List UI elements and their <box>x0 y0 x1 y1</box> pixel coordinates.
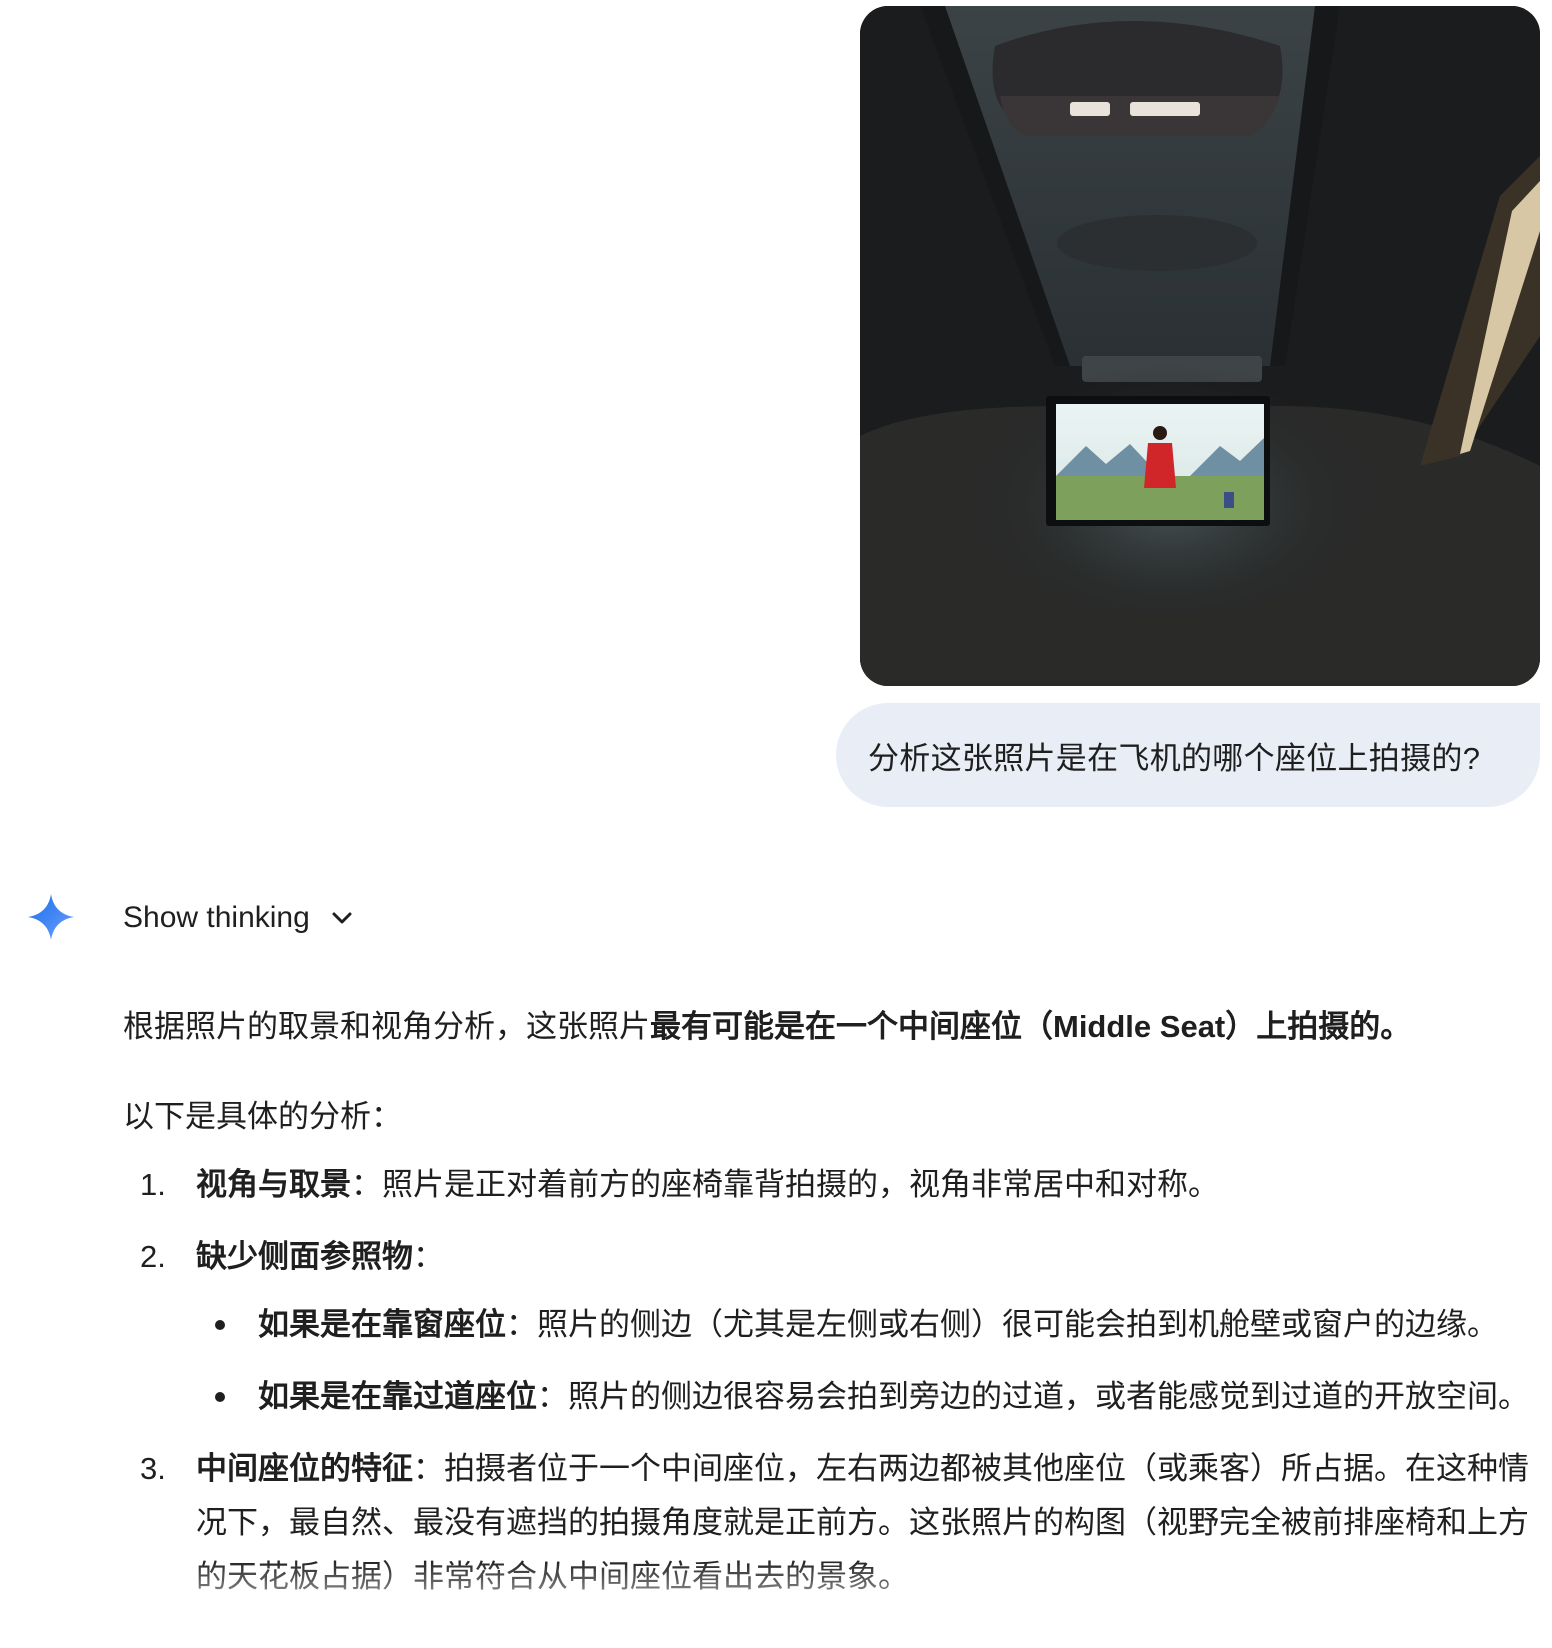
chevron-down-icon <box>332 912 352 924</box>
list-item: 1. 视角与取景：照片是正对着前方的座椅靠背拍摄的，视角非常居中和对称。 <box>123 1158 1543 1212</box>
user-prompt-bubble: 分析这张照片是在飞机的哪个座位上拍摄的? <box>836 703 1540 807</box>
show-thinking-label: Show thinking <box>123 901 310 934</box>
point-title: 缺少侧面参照物 <box>196 1239 413 1274</box>
sub-point-title: 如果是在靠窗座位 <box>258 1307 506 1342</box>
list-number: 3. <box>140 1451 166 1486</box>
user-uploaded-photo[interactable] <box>860 6 1540 686</box>
point-separator: ： <box>351 1167 382 1202</box>
list-item: 3. 中间座位的特征：拍摄者位于一个中间座位，左右两边都被其他座位（或乘客）所占… <box>123 1442 1543 1604</box>
point-title: 视角与取景 <box>196 1167 351 1202</box>
show-thinking-toggle[interactable]: Show thinking <box>123 894 356 942</box>
response-intro: 根据照片的取景和视角分析，这张照片最有可能是在一个中间座位（Middle Sea… <box>123 1000 1543 1054</box>
list-item: 2. 缺少侧面参照物： 如果是在靠窗座位：照片的侧边（尤其是左侧或右侧）很可能会… <box>123 1230 1543 1424</box>
sub-list-item: 如果是在靠过道座位：照片的侧边很容易会拍到旁边的过道，或者能感觉到过道的开放空间… <box>196 1370 1543 1424</box>
list-number: 1. <box>140 1167 166 1202</box>
intro-conclusion: 最有可能是在一个中间座位（Middle Seat）上拍摄的。 <box>650 1009 1412 1044</box>
assistant-response: 根据照片的取景和视角分析，这张照片最有可能是在一个中间座位（Middle Sea… <box>123 1000 1543 1622</box>
point-separator: ： <box>413 1451 444 1486</box>
point-text: 照片是正对着前方的座椅靠背拍摄的，视角非常居中和对称。 <box>382 1167 1219 1202</box>
intro-text: 根据照片的取景和视角分析，这张照片 <box>123 1009 650 1044</box>
bullet-icon <box>215 1320 225 1330</box>
user-prompt-text: 分析这张照片是在飞机的哪个座位上拍摄的? <box>868 740 1481 776</box>
sub-list: 如果是在靠窗座位：照片的侧边（尤其是左侧或右侧）很可能会拍到机舱壁或窗户的边缘。… <box>196 1298 1543 1424</box>
gemini-sparkle-icon <box>28 894 74 940</box>
sub-point-separator: ： <box>506 1307 537 1342</box>
point-title: 中间座位的特征 <box>196 1451 413 1486</box>
sub-point-text: 照片的侧边很容易会拍到旁边的过道，或者能感觉到过道的开放空间。 <box>568 1379 1529 1414</box>
list-number: 2. <box>140 1239 166 1274</box>
sub-list-item: 如果是在靠窗座位：照片的侧边（尤其是左侧或右侧）很可能会拍到机舱壁或窗户的边缘。 <box>196 1298 1543 1352</box>
response-lead: 以下是具体的分析： <box>123 1099 402 1134</box>
point-separator: ： <box>413 1239 444 1274</box>
sub-point-title: 如果是在靠过道座位 <box>258 1379 537 1414</box>
airplane-cabin-photo <box>860 6 1540 686</box>
sub-point-separator: ： <box>537 1379 568 1414</box>
bullet-icon <box>215 1392 225 1402</box>
analysis-list: 1. 视角与取景：照片是正对着前方的座椅靠背拍摄的，视角非常居中和对称。 2. … <box>123 1158 1543 1604</box>
sub-point-text: 照片的侧边（尤其是左侧或右侧）很可能会拍到机舱壁或窗户的边缘。 <box>537 1307 1498 1342</box>
